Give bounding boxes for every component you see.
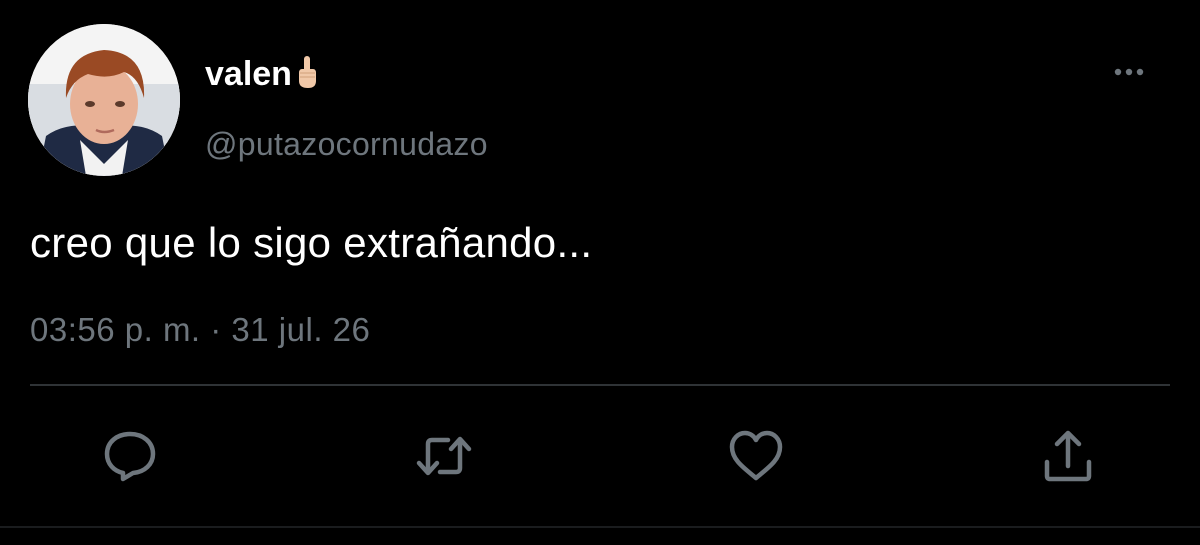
display-name-text: valen (205, 55, 292, 93)
avatar[interactable] (28, 24, 180, 176)
avatar-image (28, 24, 180, 176)
more-horizontal-icon (1114, 68, 1144, 76)
divider (30, 384, 1170, 386)
share-button[interactable] (1038, 426, 1098, 486)
display-name[interactable]: valen (205, 54, 318, 98)
tweet-text: creo que lo sigo extrañando... (30, 219, 593, 266)
retweet-icon (416, 436, 472, 476)
heart-icon (729, 430, 783, 481)
username[interactable]: @putazocornudazo (205, 124, 488, 164)
divider (0, 526, 1200, 528)
tweet: valen @putazocornudazo creo que lo sigo … (0, 0, 1200, 545)
retweet-button[interactable] (414, 426, 474, 486)
tweet-timestamp[interactable]: 03:56 p. m. · 31 jul. 26 (30, 308, 370, 352)
like-button[interactable] (726, 426, 786, 486)
more-options-button[interactable] (1112, 58, 1146, 86)
reply-button[interactable] (100, 426, 160, 486)
share-icon (1044, 430, 1092, 482)
reply-icon (104, 431, 156, 482)
middle-finger-emoji-icon (296, 55, 318, 98)
